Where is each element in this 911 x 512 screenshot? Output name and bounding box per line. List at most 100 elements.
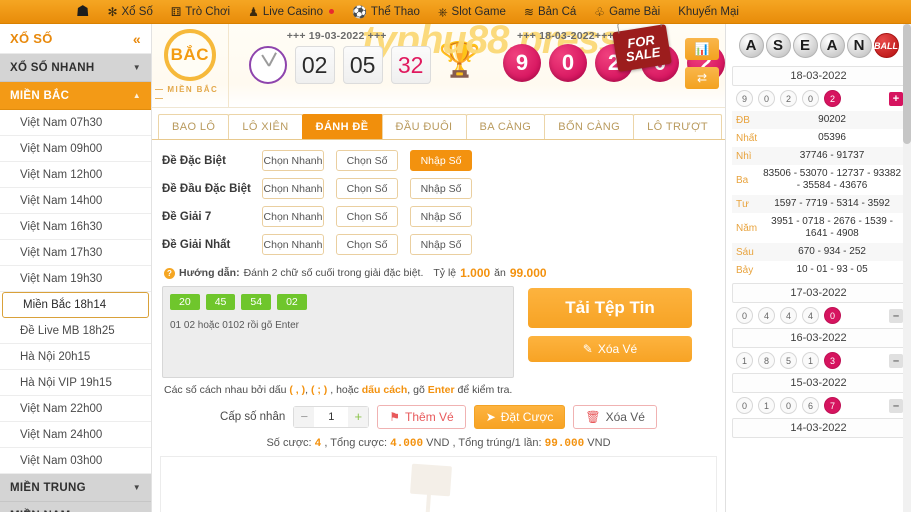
sidebar-item-lottery[interactable]: Việt Nam 07h30	[0, 110, 151, 136]
option-chon-nhanh[interactable]: Chọn Nhanh	[262, 234, 324, 255]
shuffle-icon[interactable]: ⇄	[685, 67, 719, 89]
result-date-bar[interactable]: 15-03-2022	[732, 373, 905, 393]
clear-label: Xóa Vé	[597, 342, 638, 356]
tab-lo-xien[interactable]: LÔ XIÊN	[228, 114, 303, 139]
sidebar-item-mien-bac-18h14[interactable]: Miền Bắc 18h14	[2, 292, 149, 318]
summary-win-value: 99.000	[544, 438, 585, 450]
ratio-label: Tỷ lệ	[433, 267, 457, 279]
number-chip[interactable]: 45	[205, 294, 236, 310]
nav-item-slot-game[interactable]: ⎈ Slot Game	[429, 0, 515, 24]
group-label: XỔ SỐ NHANH	[10, 61, 95, 74]
nav-item-khuyen-mai[interactable]: Khuyến Mại	[669, 0, 748, 24]
option-chon-nhanh[interactable]: Chọn Nhanh	[262, 178, 324, 199]
option-nhap-so[interactable]: Nhập Số	[410, 150, 472, 171]
result-date-bar[interactable]: 16-03-2022	[732, 328, 905, 348]
bet-row-label: Đề Giải 7	[162, 210, 212, 223]
nav-item-tro-choi[interactable]: ⚅ Trò Chơi	[162, 0, 239, 24]
prize-value: 90202	[818, 114, 846, 125]
sidebar-group-xo-so-nhanh[interactable]: XỔ SỐ NHANH ▼	[0, 54, 151, 82]
prize-row: ĐB 90202	[732, 111, 905, 129]
mini-ball: 8	[758, 352, 775, 369]
delete-ticket-button[interactable]: 🗑 Xóa Vé	[573, 405, 657, 429]
result-date-bar[interactable]: 17-03-2022	[732, 283, 905, 303]
collapse-result-icon[interactable]: –	[889, 398, 903, 413]
summary-total-value: 4.000	[390, 438, 424, 450]
option-nhap-so[interactable]: Nhập Số	[410, 178, 472, 199]
multiplier-label: Cấp số nhân	[220, 411, 286, 423]
nav-item-live-casino[interactable]: ♟ Live Casino	[239, 0, 343, 24]
mini-ball-special: 7	[824, 397, 841, 414]
option-chon-nhanh[interactable]: Chọn Nhanh	[262, 150, 324, 171]
page-scrollbar-thumb[interactable]	[903, 24, 911, 144]
nav-item-the-thao[interactable]: ⚽ Thể Thao	[343, 0, 429, 24]
collapse-sidebar-icon[interactable]: «	[133, 31, 141, 47]
sidebar-item-lottery[interactable]: Hà Nội 20h15	[0, 344, 151, 370]
option-nhap-so[interactable]: Nhập Số	[410, 206, 472, 227]
sidebar-group-mien-bac[interactable]: MIỀN BẮC ▲	[0, 82, 151, 110]
mini-ball: 0	[736, 307, 753, 324]
stepper-plus-button[interactable]: +	[348, 407, 369, 427]
place-bet-button[interactable]: ➤ Đặt Cược	[473, 405, 566, 429]
result-date-bar[interactable]: 18-03-2022	[732, 66, 905, 86]
multiplier-stepper[interactable]: − 1 +	[293, 406, 370, 428]
results-sidebar: A S E A N BALL 18-03-2022 9 0 2 0 2 + ĐB	[725, 24, 911, 512]
prize-row: Nhì 37746 - 91737	[732, 147, 905, 165]
option-chon-so[interactable]: Chọn Số	[336, 206, 398, 227]
option-chon-nhanh[interactable]: Chọn Nhanh	[262, 206, 324, 227]
note-suffix: để kiểm tra.	[457, 384, 513, 396]
tab-ba-cang[interactable]: BA CÀNG	[465, 114, 546, 139]
sidebar-item-lottery[interactable]: Đề Live MB 18h25	[0, 318, 151, 344]
nav-item-game-bai[interactable]: ♧ Game Bài	[585, 0, 669, 24]
sidebar-item-lottery[interactable]: Việt Nam 14h00	[0, 188, 151, 214]
sidebar-item-lottery[interactable]: Việt Nam 24h00	[0, 422, 151, 448]
option-chon-so[interactable]: Chọn Số	[336, 178, 398, 199]
mini-ball-special: 0	[824, 307, 841, 324]
nav-item-home[interactable]: ☗	[0, 0, 98, 24]
sidebar-group-mien-nam[interactable]: MIỀN NAM ▼	[0, 502, 151, 512]
result-date-bar[interactable]: 14-03-2022	[732, 418, 905, 438]
hint-text: Đánh 2 chữ số cuối trong giải đặc biệt.	[243, 267, 424, 279]
sidebar-item-lottery[interactable]: Việt Nam 03h00	[0, 448, 151, 474]
logo-subtitle: MIỀN BẮC	[152, 85, 228, 103]
collapse-result-icon[interactable]: –	[889, 353, 903, 368]
nav-item-xo-so[interactable]: ✻ Xổ Số	[98, 0, 161, 24]
tab-lo-truot[interactable]: LÔ TRƯỢT	[633, 114, 723, 139]
sidebar-item-lottery[interactable]: Việt Nam 09h00	[0, 136, 151, 162]
nav-item-ban-ca[interactable]: ≋ Bản Cá	[515, 0, 585, 24]
clear-ticket-button[interactable]: ✎ Xóa Vé	[528, 336, 692, 362]
number-entry-input[interactable]: 20 45 54 02 01 02 hoặc 0102 rồi gõ Enter	[162, 286, 514, 378]
expand-result-icon[interactable]: +	[889, 91, 903, 106]
prize-row: Ba 83506 - 53070 - 12737 - 93382 - 35584…	[732, 165, 905, 195]
sidebar-item-lottery[interactable]: Việt Nam 16h30	[0, 214, 151, 240]
number-chip[interactable]: 02	[277, 294, 307, 310]
option-nhap-so[interactable]: Nhập Số	[410, 234, 472, 255]
stepper-minus-button[interactable]: −	[294, 407, 315, 427]
countdown-section: +++ 19-03-2022 +++ 02 05 32	[229, 24, 431, 84]
live-indicator-dot	[328, 9, 334, 14]
prize-table: ĐB 90202 Nhất 05396 Nhì 37746 - 91737 Ba…	[732, 111, 905, 279]
tab-bon-cang[interactable]: BỐN CÀNG	[544, 114, 635, 139]
upload-file-button[interactable]: Tải Tệp Tin	[528, 288, 692, 328]
sidebar-item-lottery[interactable]: Việt Nam 12h00	[0, 162, 151, 188]
stats-chart-icon[interactable]: 📊	[685, 38, 719, 60]
prize-key: Sáu	[736, 246, 754, 258]
sidebar-group-mien-trung[interactable]: MIỀN TRUNG ▼	[0, 474, 151, 502]
tab-bao-lo[interactable]: BAO LÔ	[158, 114, 230, 139]
number-chip[interactable]: 20	[170, 294, 200, 310]
option-chon-so[interactable]: Chọn Số	[336, 150, 398, 171]
tab-dau-duoi[interactable]: ĐẦU ĐUÔI	[381, 114, 467, 139]
sidebar-item-lottery[interactable]: Việt Nam 17h30	[0, 240, 151, 266]
stepper-value[interactable]: 1	[314, 411, 348, 423]
sidebar-item-lottery[interactable]: Hà Nội VIP 19h15	[0, 370, 151, 396]
sidebar-item-lottery[interactable]: Việt Nam 22h00	[0, 396, 151, 422]
collapse-result-icon[interactable]: –	[889, 308, 903, 323]
add-ticket-button[interactable]: ⚑ Thêm Vé	[377, 405, 466, 429]
sidebar-item-lottery[interactable]: Việt Nam 19h30	[0, 266, 151, 292]
sidebar-title-text: XỔ SỐ	[10, 31, 53, 46]
number-chip[interactable]: 54	[241, 294, 272, 310]
tab-danh-de[interactable]: ĐÁNH ĐỀ	[301, 114, 383, 139]
option-chon-so[interactable]: Chọn Số	[336, 234, 398, 255]
brand-letter: S	[765, 33, 791, 58]
countdown-hours: 02	[294, 46, 335, 84]
prize-value: 37746 - 91737	[799, 150, 865, 161]
